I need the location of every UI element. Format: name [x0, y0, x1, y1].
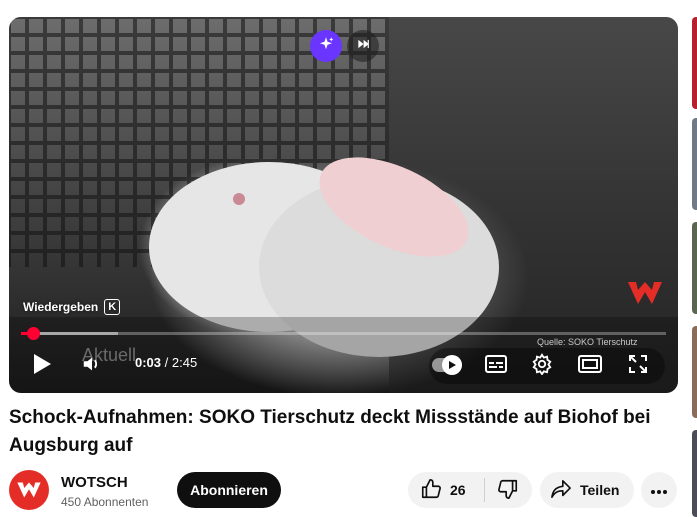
sidebar-thumbnail-4[interactable]: [692, 326, 697, 418]
like-dislike-group: 26: [408, 472, 532, 508]
share-label: Teilen: [580, 482, 620, 498]
theater-mode-button[interactable]: [575, 351, 605, 381]
sidebar-thumbnail-3[interactable]: [692, 222, 697, 314]
play-button[interactable]: [27, 351, 57, 381]
ai-assistant-button[interactable]: [310, 30, 342, 62]
sidebar-thumbnail-5[interactable]: [692, 430, 697, 517]
theater-icon: [578, 354, 602, 378]
subscriber-count: 450 Abonnenten: [61, 495, 149, 509]
dislike-button[interactable]: [485, 472, 532, 508]
mute-button[interactable]: [77, 351, 107, 381]
subscribe-button[interactable]: Abonnieren: [177, 472, 281, 508]
channel-name[interactable]: WOTSCH: [61, 474, 128, 491]
sidebar-thumbnail-1[interactable]: [692, 17, 697, 109]
more-icon: [650, 482, 668, 498]
thumbs-down-icon: [497, 478, 519, 503]
more-actions-button[interactable]: [641, 472, 677, 508]
duration: 2:45: [171, 355, 198, 370]
fullscreen-button[interactable]: [623, 351, 653, 381]
skip-next-icon: [356, 37, 370, 56]
current-time: 0:03: [135, 355, 162, 370]
play-icon: [32, 353, 52, 380]
sidebar-thumbnail-2[interactable]: [692, 118, 697, 210]
progress-scrubber[interactable]: [26, 327, 40, 340]
like-button[interactable]: 26: [408, 472, 484, 508]
thumbs-up-icon: [420, 478, 442, 503]
channel-avatar[interactable]: [9, 470, 49, 510]
fullscreen-icon: [628, 354, 648, 379]
video-title: Schock-Aufnahmen: SOKO Tierschutz deckt …: [9, 407, 651, 456]
skip-next-button[interactable]: [347, 30, 379, 62]
tooltip-shortcut-key: K: [104, 299, 121, 315]
time-display: 0:03 / 2:45: [135, 355, 197, 370]
settings-icon: [531, 352, 553, 380]
settings-button[interactable]: [527, 351, 557, 381]
source-credit: Quelle: SOKO Tierschutz: [537, 337, 638, 347]
subtitles-button[interactable]: [481, 351, 511, 381]
video-player[interactable]: Wiedergeben K Quelle: SOKO Tierschutz Ak…: [9, 17, 678, 393]
channel-watermark-logo: [626, 280, 664, 311]
autoplay-icon: [442, 355, 462, 375]
subtitles-icon: [485, 354, 507, 378]
progress-bar[interactable]: [21, 327, 666, 340]
share-icon: [550, 479, 572, 502]
share-button[interactable]: Teilen: [540, 472, 634, 508]
time-separator: /: [164, 355, 169, 370]
volume-icon: [81, 353, 103, 380]
tooltip-label: Wiedergeben: [23, 300, 99, 314]
play-tooltip: Wiedergeben K: [23, 299, 121, 315]
like-count: 26: [450, 482, 466, 498]
sparkle-icon: [317, 35, 335, 58]
